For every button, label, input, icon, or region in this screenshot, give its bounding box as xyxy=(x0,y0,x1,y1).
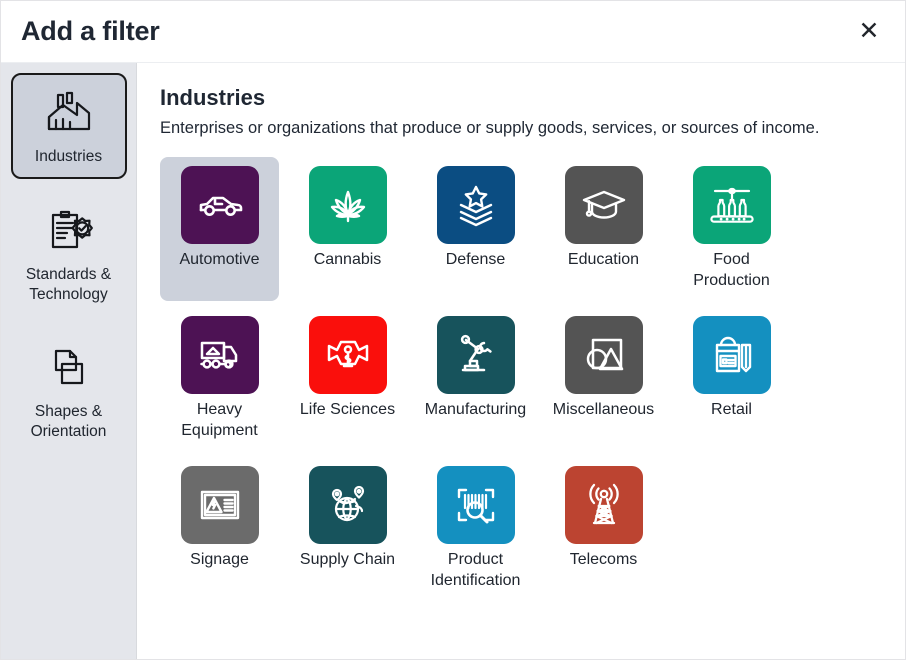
warning-sign-icon-background xyxy=(180,465,259,544)
tile-label: Manufacturing xyxy=(424,400,527,418)
tile-label: Product Identification xyxy=(430,550,521,589)
dump-truck-icon-background xyxy=(180,315,259,394)
page-title: Add a filter xyxy=(21,16,160,46)
cell-tower-icon-background xyxy=(564,465,643,544)
clipboard-check-icon xyxy=(41,203,97,259)
dialog-body: Industries Standards & Technology Shapes… xyxy=(1,63,905,659)
sidebar-item-label: Standards & Technology xyxy=(25,265,112,303)
tile-label: Signage xyxy=(190,550,249,568)
tile-label: Automotive xyxy=(179,250,260,268)
barcode-scan-icon-background xyxy=(436,465,515,544)
tile-cannabis[interactable]: Cannabis xyxy=(288,157,407,277)
tile-manufacturing[interactable]: Manufacturing xyxy=(416,307,535,427)
tile-label: Miscellaneous xyxy=(552,400,655,418)
sidebar-item-standards-technology[interactable]: Standards & Technology xyxy=(11,191,127,317)
tile-food-production[interactable]: Food Production xyxy=(672,157,791,298)
tile-label: Education xyxy=(567,250,640,268)
industry-tile-grid: Automotive Cannabis Defense Education Fo… xyxy=(160,156,881,607)
sidebar-item-industries[interactable]: Industries xyxy=(10,73,127,179)
tile-product-identification[interactable]: Product Identification xyxy=(416,457,535,598)
tile-life-sciences[interactable]: Life Sciences xyxy=(288,307,407,427)
shopping-bag-icon-background xyxy=(692,315,771,394)
sidebar-item-shapes-orientation[interactable]: Shapes & Orientation xyxy=(11,328,127,454)
section-description: Enterprises or organizations that produc… xyxy=(160,119,820,137)
shapes-folder-icon xyxy=(41,340,97,396)
add-filter-dialog: Add a filter ✕ Industries Standards & Te… xyxy=(0,0,906,660)
graduation-cap-icon-background xyxy=(564,165,643,244)
content-panel: Industries Enterprises or organizations … xyxy=(137,63,905,659)
car-icon-background xyxy=(180,165,259,244)
shapes-icon-background xyxy=(564,315,643,394)
tile-signage[interactable]: Signage xyxy=(160,457,279,577)
tile-miscellaneous[interactable]: Miscellaneous xyxy=(544,307,663,427)
tile-education[interactable]: Education xyxy=(544,157,663,277)
tile-automotive[interactable]: Automotive xyxy=(160,156,279,301)
cannabis-leaf-icon-background xyxy=(308,165,387,244)
tile-label: Life Sciences xyxy=(299,400,396,418)
sidebar-item-label: Shapes & Orientation xyxy=(30,403,107,441)
tile-heavy-equipment[interactable]: Heavy Equipment xyxy=(160,307,279,448)
tile-supply-chain[interactable]: Supply Chain xyxy=(288,457,407,577)
tile-label: Defense xyxy=(445,250,506,268)
tile-label: Heavy Equipment xyxy=(181,400,258,439)
tile-label: Retail xyxy=(711,400,752,418)
category-sidebar: Industries Standards & Technology Shapes… xyxy=(1,63,137,659)
close-icon[interactable]: ✕ xyxy=(851,14,887,50)
medical-star-icon-background xyxy=(308,315,387,394)
tile-label: Supply Chain xyxy=(299,550,396,568)
dialog-header: Add a filter ✕ xyxy=(1,1,905,63)
tile-label: Telecoms xyxy=(569,550,638,568)
robot-arm-icon-background xyxy=(436,315,515,394)
military-rank-icon-background xyxy=(436,165,515,244)
section-title: Industries xyxy=(160,85,266,110)
tile-retail[interactable]: Retail xyxy=(672,307,791,427)
globe-pin-icon-background xyxy=(308,465,387,544)
tile-telecoms[interactable]: Telecoms xyxy=(544,457,663,577)
tile-defense[interactable]: Defense xyxy=(416,157,535,277)
tile-label: Cannabis xyxy=(313,250,382,268)
sidebar-item-label: Industries xyxy=(34,148,103,165)
factory-icon xyxy=(41,85,97,141)
bottling-line-icon-background xyxy=(692,165,771,244)
tile-label: Food Production xyxy=(693,250,770,289)
